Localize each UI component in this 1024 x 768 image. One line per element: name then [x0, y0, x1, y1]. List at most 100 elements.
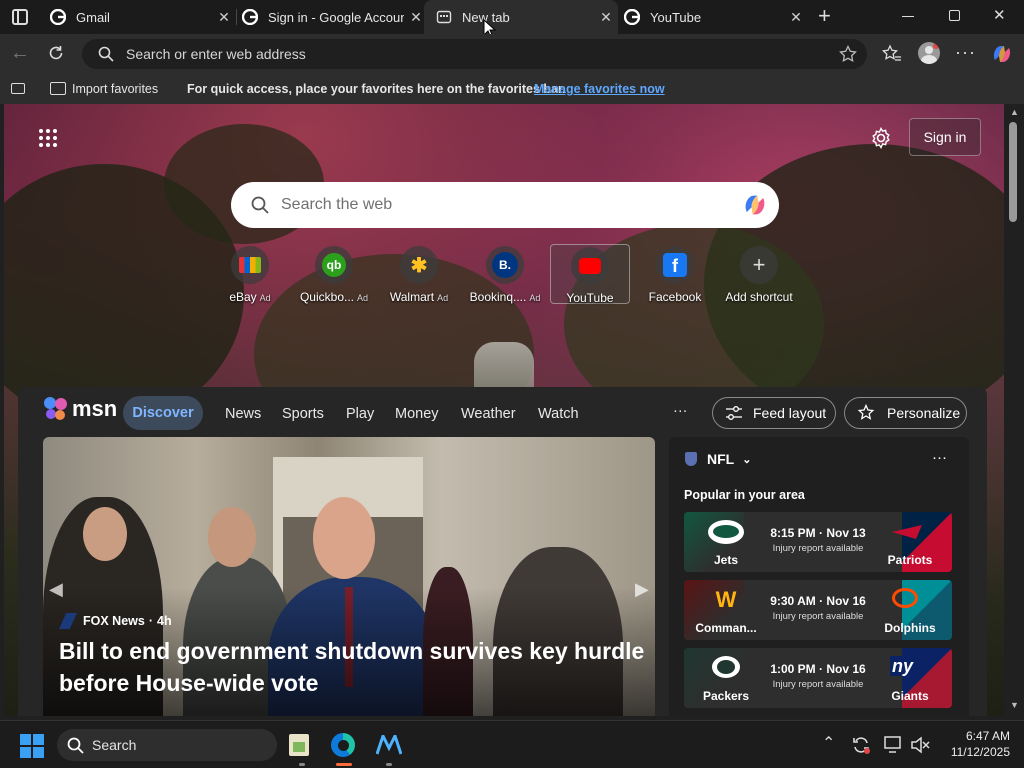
- address-bar[interactable]: Search or enter web address: [82, 39, 867, 69]
- shortcut-ebay[interactable]: eBay Ad: [210, 244, 290, 304]
- hero-source-name: FOX News: [83, 614, 145, 628]
- copilot-icon[interactable]: [741, 191, 769, 219]
- scroll-down-icon[interactable]: ▼: [1010, 700, 1019, 710]
- facebook-icon: f: [656, 246, 694, 284]
- windows-taskbar: Search ⌃ 6:47 AM 11/12/2025: [0, 720, 1024, 768]
- hero-story-card[interactable]: ◀ ▶ FOX News · 4h Bill to end government…: [43, 437, 655, 716]
- shortcut-label: Facebook: [648, 290, 702, 304]
- personalize-label: Personalize: [887, 405, 961, 421]
- nfl-widget: NFL ⌄ ··· Popular in your area Jets 8:15…: [669, 437, 969, 716]
- shortcut-walmart[interactable]: ✱ Walmart Ad: [379, 244, 459, 304]
- nfl-more-options-icon[interactable]: ···: [932, 449, 947, 466]
- ebay-icon: [231, 246, 269, 284]
- edge-app-icon[interactable]: [331, 733, 355, 757]
- page-settings-gear-icon[interactable]: [870, 127, 892, 149]
- nav-weather[interactable]: Weather: [461, 406, 516, 422]
- clock-date: 11/12/2025: [950, 745, 1010, 759]
- tab-actions-icon[interactable]: [12, 9, 28, 25]
- taskbar-search[interactable]: Search: [57, 729, 277, 761]
- tab-gmail[interactable]: Gmail ✕: [38, 0, 236, 34]
- back-arrow-icon[interactable]: ←: [10, 42, 30, 65]
- shortcut-facebook[interactable]: f Facebook: [635, 244, 715, 304]
- search-icon: [251, 196, 269, 214]
- nfl-subtitle: Popular in your area: [684, 488, 805, 502]
- nav-money[interactable]: Money: [395, 406, 439, 422]
- network-display-icon[interactable]: [884, 736, 904, 754]
- personalize-button[interactable]: Personalize: [844, 397, 967, 429]
- tab-new-tab[interactable]: New tab ✕: [424, 0, 618, 34]
- hero-source: FOX News · 4h: [59, 613, 172, 629]
- favorites-icon[interactable]: [882, 44, 902, 64]
- volume-muted-icon[interactable]: [910, 736, 930, 754]
- new-tab-page-icon: [436, 10, 452, 24]
- nav-news[interactable]: News: [225, 406, 261, 422]
- scroll-up-icon[interactable]: ▲: [1010, 107, 1019, 117]
- search-icon: [67, 737, 84, 754]
- close-window-button[interactable]: ✕: [993, 6, 1006, 24]
- game-time: 9:30 AM · Nov 16: [770, 594, 866, 608]
- sign-in-button[interactable]: Sign in: [909, 118, 981, 156]
- hero-headline[interactable]: Bill to end government shutdown survives…: [59, 635, 649, 699]
- nfl-game-row[interactable]: W Comman... 9:30 AM · Nov 16 Injury repo…: [684, 580, 952, 640]
- nav-more-button[interactable]: ···: [673, 403, 688, 419]
- fox-news-logo-icon: [59, 613, 77, 629]
- injury-report: Injury report available: [772, 679, 864, 690]
- nav-watch[interactable]: Watch: [538, 406, 579, 422]
- hero-age: 4h: [157, 614, 172, 628]
- away-team: Dolphins: [884, 621, 936, 635]
- manage-favorites-link[interactable]: Manage favorites now: [534, 82, 665, 96]
- msn-logo[interactable]: msn: [43, 396, 117, 422]
- shortcut-add[interactable]: + Add shortcut: [719, 244, 799, 304]
- shortcut-booking[interactable]: B. Bookinq.... Ad: [465, 244, 545, 304]
- page-scrollbar[interactable]: ▲ ▼: [1004, 104, 1024, 716]
- sync-icon[interactable]: [851, 735, 871, 755]
- scrollbar-thumb[interactable]: [1009, 122, 1017, 222]
- hero-photo-person: [208, 507, 256, 567]
- tab-title: YouTube: [650, 9, 702, 25]
- nfl-shield-icon: [685, 452, 697, 466]
- web-search-box[interactable]: Search the web: [231, 182, 779, 228]
- ad-badge: Ad: [529, 293, 541, 303]
- browser-toolbar: ← Search or enter web address ···: [0, 34, 1024, 74]
- carousel-next-icon[interactable]: ▶: [635, 579, 649, 600]
- nav-discover-pill[interactable]: Discover: [123, 396, 203, 430]
- shortcut-quickbooks[interactable]: qb Quickbo... Ad: [294, 244, 374, 304]
- new-tab-button[interactable]: +: [818, 3, 831, 29]
- import-favorites-button[interactable]: Import favorites: [72, 82, 158, 96]
- close-tab-icon[interactable]: ✕: [784, 9, 808, 26]
- tab-google-signin[interactable]: Sign in - Google Accoun ✕: [230, 0, 428, 34]
- copilot-icon[interactable]: [990, 42, 1014, 66]
- notepad-app-icon[interactable]: [289, 734, 309, 756]
- show-hidden-icons-chevron[interactable]: ⌃: [822, 733, 835, 753]
- nav-sports[interactable]: Sports: [282, 406, 324, 422]
- windows-start-icon[interactable]: [20, 734, 44, 758]
- patriots-logo-icon: [892, 520, 928, 544]
- nav-play[interactable]: Play: [346, 406, 374, 422]
- app-launcher-icon[interactable]: [38, 128, 58, 148]
- app-running-indicator: [299, 763, 305, 766]
- away-team: Patriots: [887, 553, 933, 567]
- settings-and-more-icon[interactable]: ···: [955, 42, 976, 63]
- jets-logo-icon: [708, 520, 744, 544]
- msn-brand: msn: [72, 396, 118, 421]
- carousel-prev-icon[interactable]: ◀: [49, 579, 63, 600]
- sidebar-toggle-icon[interactable]: [11, 83, 25, 94]
- mobaxterm-app-icon[interactable]: [376, 735, 402, 755]
- favorite-star-icon[interactable]: [839, 45, 857, 63]
- address-placeholder: Search or enter web address: [126, 46, 306, 62]
- restore-button[interactable]: [949, 10, 960, 21]
- feed-layout-button[interactable]: Feed layout: [712, 397, 836, 429]
- system-clock[interactable]: 6:47 AM 11/12/2025: [940, 728, 1010, 760]
- home-team: Comman...: [695, 621, 757, 635]
- profile-avatar[interactable]: [918, 42, 940, 64]
- shortcut-youtube[interactable]: YouTube: [550, 244, 630, 305]
- refresh-icon[interactable]: [47, 44, 65, 62]
- sparkle-star-icon: [857, 404, 875, 420]
- nfl-game-row[interactable]: ny Packers 1:00 PM · Nov 16 Injury repor…: [684, 648, 952, 708]
- minimize-button[interactable]: [902, 16, 914, 17]
- nfl-header[interactable]: NFL ⌄: [685, 451, 751, 467]
- tab-title: Sign in - Google Accoun: [268, 9, 404, 25]
- tab-youtube[interactable]: YouTube ✕: [612, 0, 808, 34]
- nfl-game-row[interactable]: Jets 8:15 PM · Nov 13 Injury report avai…: [684, 512, 952, 572]
- tab-title: Gmail: [76, 9, 110, 25]
